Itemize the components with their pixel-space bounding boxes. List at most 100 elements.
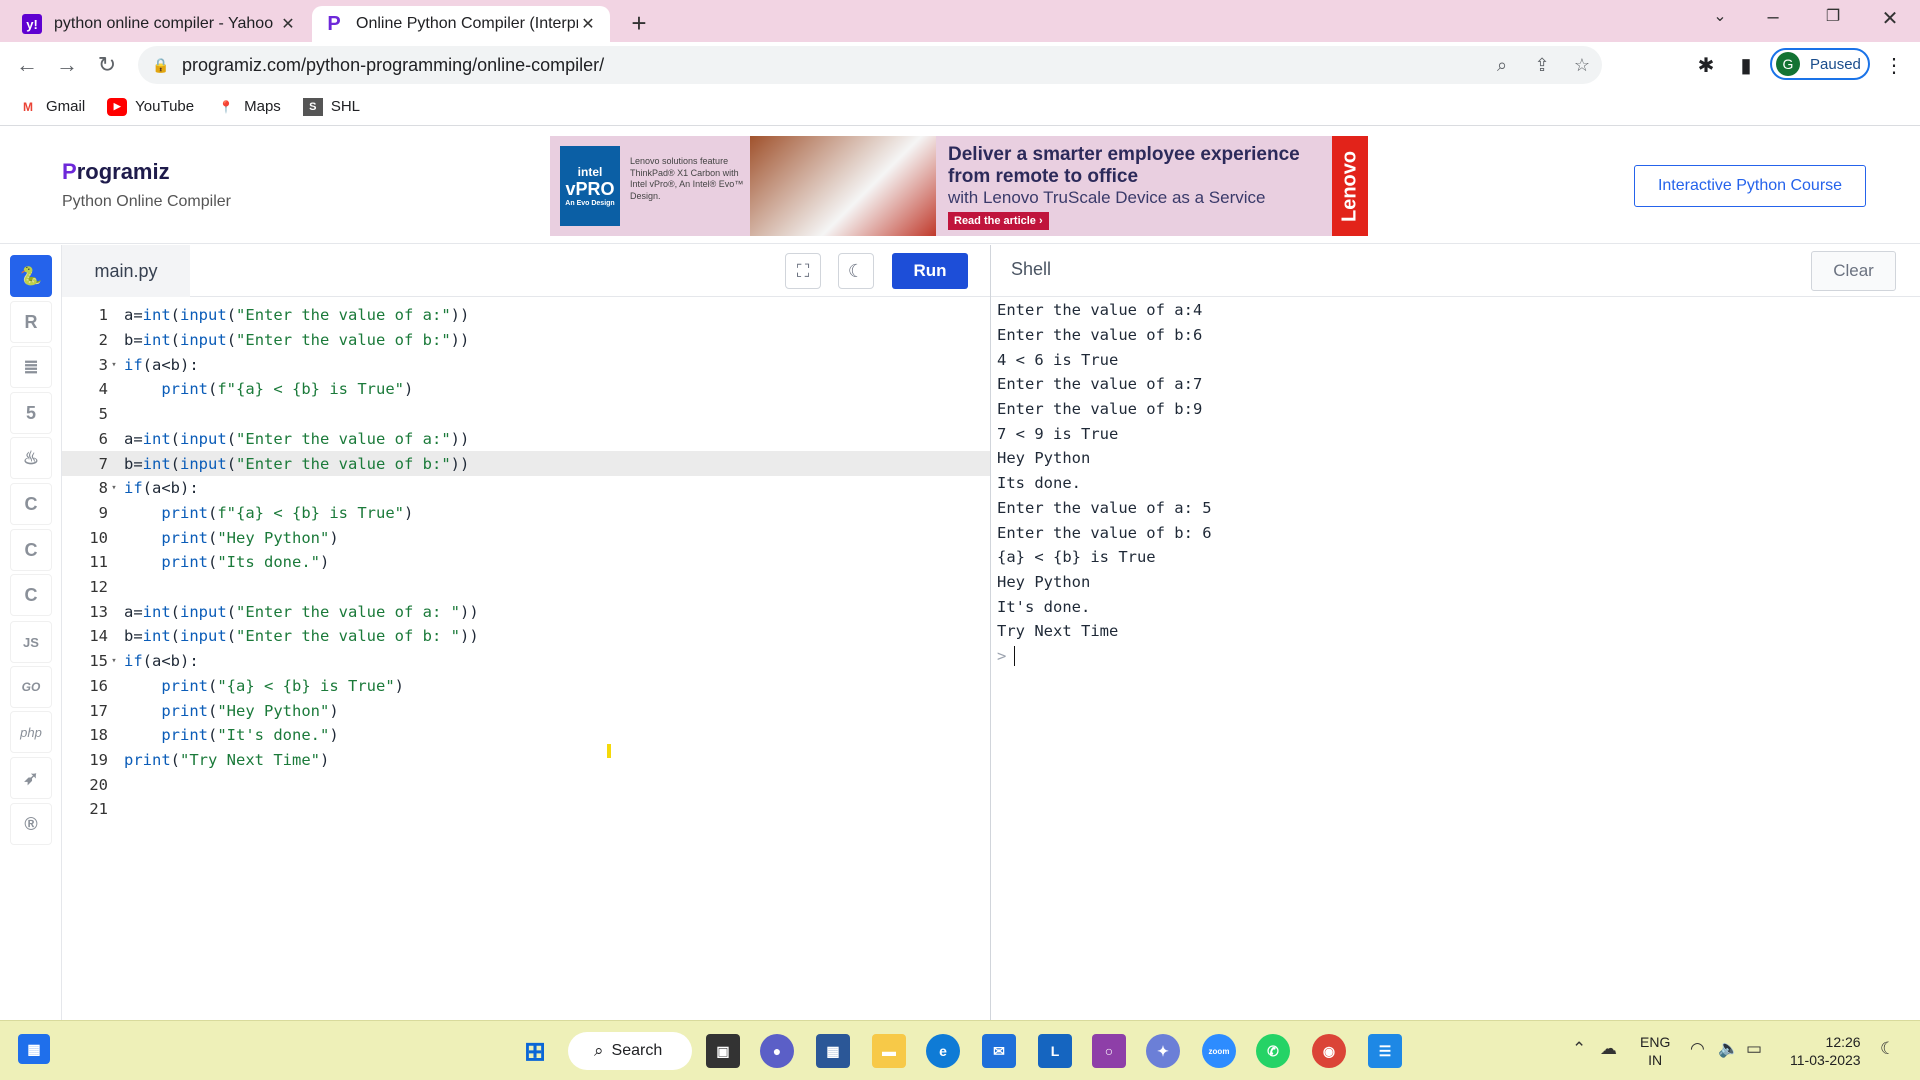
code-line[interactable]: 14 b=int(input("Enter the value of b: ")) bbox=[62, 624, 990, 649]
code-line[interactable]: 4 print(f"{a} < {b} is True") bbox=[62, 377, 990, 402]
code-editor[interactable]: 1 a=int(input("Enter the value of a:")) 2 b… bbox=[62, 298, 990, 1020]
extensions-icon[interactable]: ✱ bbox=[1692, 52, 1720, 80]
code-line[interactable]: 21 bbox=[62, 797, 990, 822]
reload-icon[interactable]: ↻ bbox=[92, 50, 122, 80]
code-line[interactable]: 16 print("{a} < {b} is True") bbox=[62, 674, 990, 699]
pane-divider[interactable] bbox=[990, 245, 991, 1020]
file-explorer-icon[interactable]: ▬ bbox=[872, 1034, 906, 1068]
fold-arrow-icon[interactable]: ▾ bbox=[108, 360, 120, 370]
fullscreen-icon[interactable]: ⛶ bbox=[785, 253, 821, 289]
code-line[interactable]: 1 a=int(input("Enter the value of a:")) bbox=[62, 303, 990, 328]
html-icon[interactable]: 5 bbox=[10, 392, 52, 434]
fold-arrow-icon[interactable]: ▾ bbox=[108, 483, 120, 493]
dark-mode-moon-icon[interactable]: ☾ bbox=[838, 253, 874, 289]
photos-icon[interactable]: ✦ bbox=[1146, 1034, 1180, 1068]
code-line[interactable]: 13 a=int(input("Enter the value of a: ")) bbox=[62, 599, 990, 624]
run-button[interactable]: Run bbox=[892, 253, 968, 289]
whatsapp-icon[interactable]: ✆ bbox=[1256, 1034, 1290, 1068]
bookmark-youtube[interactable]: ▶ YouTube bbox=[107, 97, 194, 116]
sql-icon[interactable]: ≣ bbox=[10, 346, 52, 388]
onedrive-cloud-icon[interactable]: ☁ bbox=[1600, 1039, 1617, 1059]
code-line[interactable]: 20 bbox=[62, 772, 990, 797]
line-number: 17 bbox=[89, 701, 108, 720]
java-icon[interactable]: ♨ bbox=[10, 437, 52, 479]
hidden-icons-chevron-icon[interactable]: ⌃ bbox=[1572, 1039, 1586, 1059]
code-line[interactable]: 19 print("Try Next Time") bbox=[62, 748, 990, 773]
store-icon[interactable]: ▦ bbox=[816, 1034, 850, 1068]
close-icon[interactable]: ✕ bbox=[278, 14, 298, 34]
app-o-icon[interactable]: ○ bbox=[1092, 1034, 1126, 1068]
bookmark-shl[interactable]: S SHL bbox=[302, 97, 360, 116]
zoom-icon[interactable]: ⌕ bbox=[1482, 55, 1522, 76]
cpp-icon[interactable]: C bbox=[10, 529, 52, 571]
volume-icon[interactable]: 🔈 bbox=[1718, 1039, 1739, 1059]
file-tab-main[interactable]: main.py bbox=[62, 245, 190, 297]
language-indicator[interactable]: ENG IN bbox=[1640, 1033, 1670, 1069]
wifi-icon[interactable]: ◠ bbox=[1690, 1039, 1705, 1059]
tab-programiz[interactable]: P Online Python Compiler (Interpre ✕ bbox=[312, 6, 610, 42]
programiz-logo[interactable]: Programiz Python Online Compiler bbox=[62, 159, 231, 211]
fold-arrow-icon[interactable]: ▾ bbox=[108, 656, 120, 666]
widgets-icon[interactable]: ▦ bbox=[18, 1034, 50, 1064]
tab-search-chevron-icon[interactable]: ⌄ bbox=[1705, 6, 1735, 26]
js-icon[interactable]: JS bbox=[10, 621, 52, 663]
code-line[interactable]: 6 a=int(input("Enter the value of a:")) bbox=[62, 427, 990, 452]
zoom-icon[interactable]: zoom bbox=[1202, 1034, 1236, 1068]
clear-button[interactable]: Clear bbox=[1811, 251, 1896, 291]
menu-kebab-icon[interactable]: ⋮ bbox=[1880, 52, 1908, 80]
code-line[interactable]: 17 print("Hey Python") bbox=[62, 698, 990, 723]
teams-chat-icon[interactable]: ● bbox=[760, 1034, 794, 1068]
bookmark-star-icon[interactable]: ☆ bbox=[1562, 55, 1602, 76]
notepad-icon[interactable]: ☰ bbox=[1368, 1034, 1402, 1068]
windows-start-icon[interactable]: ⊞ bbox=[518, 1034, 552, 1068]
bookmark-maps[interactable]: 📍 Maps bbox=[216, 98, 281, 116]
task-view-icon[interactable]: ▣ bbox=[706, 1034, 740, 1068]
code-line[interactable]: 5 bbox=[62, 402, 990, 427]
bookmark-gmail[interactable]: M Gmail bbox=[18, 98, 85, 116]
php-icon[interactable]: php bbox=[10, 711, 52, 753]
code-line[interactable]: 8 ▾ if(a<b): bbox=[62, 476, 990, 501]
edge-icon[interactable]: e bbox=[926, 1034, 960, 1068]
advertisement-banner[interactable]: intel vPRO An Evo Design Lenovo solution… bbox=[550, 136, 1368, 236]
notifications-moon-icon[interactable]: ☾ bbox=[1880, 1039, 1895, 1059]
code-line[interactable]: 7 b=int(input("Enter the value of b:")) bbox=[62, 451, 990, 476]
code-line[interactable]: 18 print("It's done.") bbox=[62, 723, 990, 748]
shell-output[interactable]: Enter the value of a:4 Enter the value of… bbox=[997, 298, 1907, 668]
restore-button[interactable]: ❐ bbox=[1818, 6, 1848, 26]
swift-icon[interactable]: ➶ bbox=[10, 757, 52, 799]
code-line[interactable]: 12 bbox=[62, 575, 990, 600]
shell-prompt-line[interactable]: > bbox=[997, 644, 1907, 669]
new-tab-button[interactable]: + bbox=[624, 8, 654, 39]
csharp-icon[interactable]: C bbox=[10, 574, 52, 616]
forward-arrow-icon[interactable]: → bbox=[52, 50, 82, 80]
mail-icon[interactable]: ✉ bbox=[982, 1034, 1016, 1068]
code-line[interactable]: 10 print("Hey Python") bbox=[62, 525, 990, 550]
ad-cta-button[interactable]: Read the article › bbox=[948, 212, 1049, 230]
r-icon[interactable]: R bbox=[10, 301, 52, 343]
window-close-button[interactable]: ✕ bbox=[1875, 6, 1905, 31]
go-icon[interactable]: GO bbox=[10, 666, 52, 708]
code-line[interactable]: 11 print("Its done.") bbox=[62, 550, 990, 575]
share-icon[interactable]: ⇪ bbox=[1522, 55, 1562, 76]
code-line[interactable]: 15 ▾ if(a<b): bbox=[62, 649, 990, 674]
back-arrow-icon[interactable]: ← bbox=[12, 50, 42, 80]
minimize-button[interactable]: – bbox=[1758, 6, 1788, 29]
c-icon[interactable]: C bbox=[10, 483, 52, 525]
side-panel-icon[interactable]: ▮ bbox=[1732, 52, 1760, 80]
chrome-icon[interactable]: ◉ bbox=[1312, 1034, 1346, 1068]
code-line[interactable]: 3 ▾ if(a<b): bbox=[62, 352, 990, 377]
tab-yahoo[interactable]: y! python online compiler - Yahoo S ✕ bbox=[10, 6, 310, 42]
code-text: if(a<b): bbox=[124, 355, 199, 374]
rust-icon[interactable]: ® bbox=[10, 803, 52, 845]
l-app-icon[interactable]: L bbox=[1038, 1034, 1072, 1068]
taskbar-search[interactable]: ⌕ Search bbox=[568, 1032, 692, 1070]
battery-icon[interactable]: ▭ bbox=[1746, 1039, 1762, 1059]
interactive-course-button[interactable]: Interactive Python Course bbox=[1634, 165, 1866, 207]
code-line[interactable]: 2 b=int(input("Enter the value of b:")) bbox=[62, 328, 990, 353]
python-icon[interactable]: 🐍 bbox=[10, 255, 52, 297]
profile-button[interactable]: G Paused bbox=[1770, 48, 1870, 80]
address-bar[interactable]: 🔒 programiz.com/python-programming/onlin… bbox=[138, 46, 1602, 84]
system-clock[interactable]: 12:26 11-03-2023 bbox=[1790, 1033, 1861, 1069]
code-line[interactable]: 9 print(f"{a} < {b} is True") bbox=[62, 501, 990, 526]
close-icon[interactable]: ✕ bbox=[578, 14, 598, 34]
